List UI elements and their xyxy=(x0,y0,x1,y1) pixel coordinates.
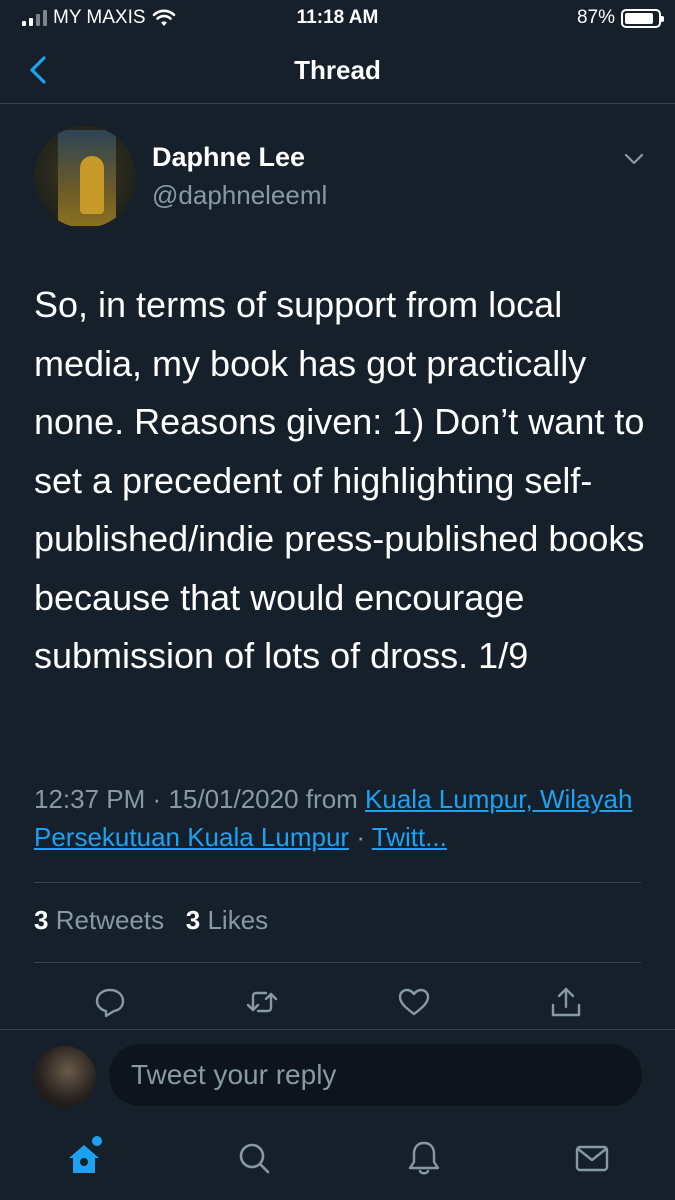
battery-icon xyxy=(621,8,664,28)
reply-icon xyxy=(95,988,125,1018)
status-bar: MY MAXIS 11:18 AM 87% xyxy=(0,0,675,36)
likes-count: 3 xyxy=(185,905,201,935)
tab-notifications[interactable] xyxy=(404,1138,444,1178)
author-handle[interactable]: @daphneleeml xyxy=(152,180,327,211)
tweet-date: 15/01/2020 xyxy=(168,784,299,814)
share-button[interactable] xyxy=(548,984,584,1020)
avatar[interactable] xyxy=(34,126,136,228)
author-name[interactable]: Daphne Lee xyxy=(152,142,305,173)
divider xyxy=(34,882,641,883)
like-icon xyxy=(398,988,430,1016)
notifications-icon xyxy=(408,1141,440,1175)
home-notification-dot xyxy=(92,1136,102,1146)
tab-search[interactable] xyxy=(234,1138,274,1178)
retweets-label: Retweets xyxy=(55,905,165,935)
search-icon xyxy=(239,1143,270,1174)
like-button[interactable] xyxy=(396,984,432,1020)
retweets-stat[interactable]: 3 Retweets xyxy=(34,905,164,935)
retweet-icon xyxy=(246,991,278,1013)
status-right: 87% xyxy=(576,7,664,29)
source-link[interactable]: Twitt... xyxy=(372,822,447,852)
likes-stat[interactable]: 3 Likes xyxy=(186,905,268,935)
reply-input[interactable] xyxy=(109,1044,642,1106)
battery-percent: 87% xyxy=(576,7,615,28)
retweets-count: 3 xyxy=(34,905,49,935)
likes-label: Likes xyxy=(207,905,269,935)
clock: 11:18 AM xyxy=(296,7,379,28)
tweet-time: 12:37 PM xyxy=(34,784,146,814)
avatar-figure xyxy=(80,156,104,214)
tweet-stats: 3 Retweets 3 Likes xyxy=(34,905,268,936)
tweet-text: So, in terms of support from local media… xyxy=(34,284,645,676)
page-title: Thread xyxy=(294,55,381,85)
meta-separator-2: · xyxy=(356,822,365,852)
nav-bar: Thread xyxy=(0,36,675,104)
battery-fill xyxy=(625,12,653,24)
reply-button[interactable] xyxy=(92,984,128,1020)
chevron-down-icon[interactable] xyxy=(622,150,646,168)
retweet-button[interactable] xyxy=(244,984,280,1020)
tweet-meta: 12:37 PM · 15/01/2020 from Kuala Lumpur,… xyxy=(34,780,654,856)
share-icon xyxy=(551,987,581,1017)
reply-avatar xyxy=(34,1046,96,1108)
messages-icon xyxy=(575,1145,609,1172)
from-label: from xyxy=(305,784,358,814)
meta-separator: · xyxy=(152,784,162,814)
divider xyxy=(0,1029,675,1030)
tab-messages[interactable] xyxy=(572,1138,612,1178)
divider xyxy=(34,962,641,963)
